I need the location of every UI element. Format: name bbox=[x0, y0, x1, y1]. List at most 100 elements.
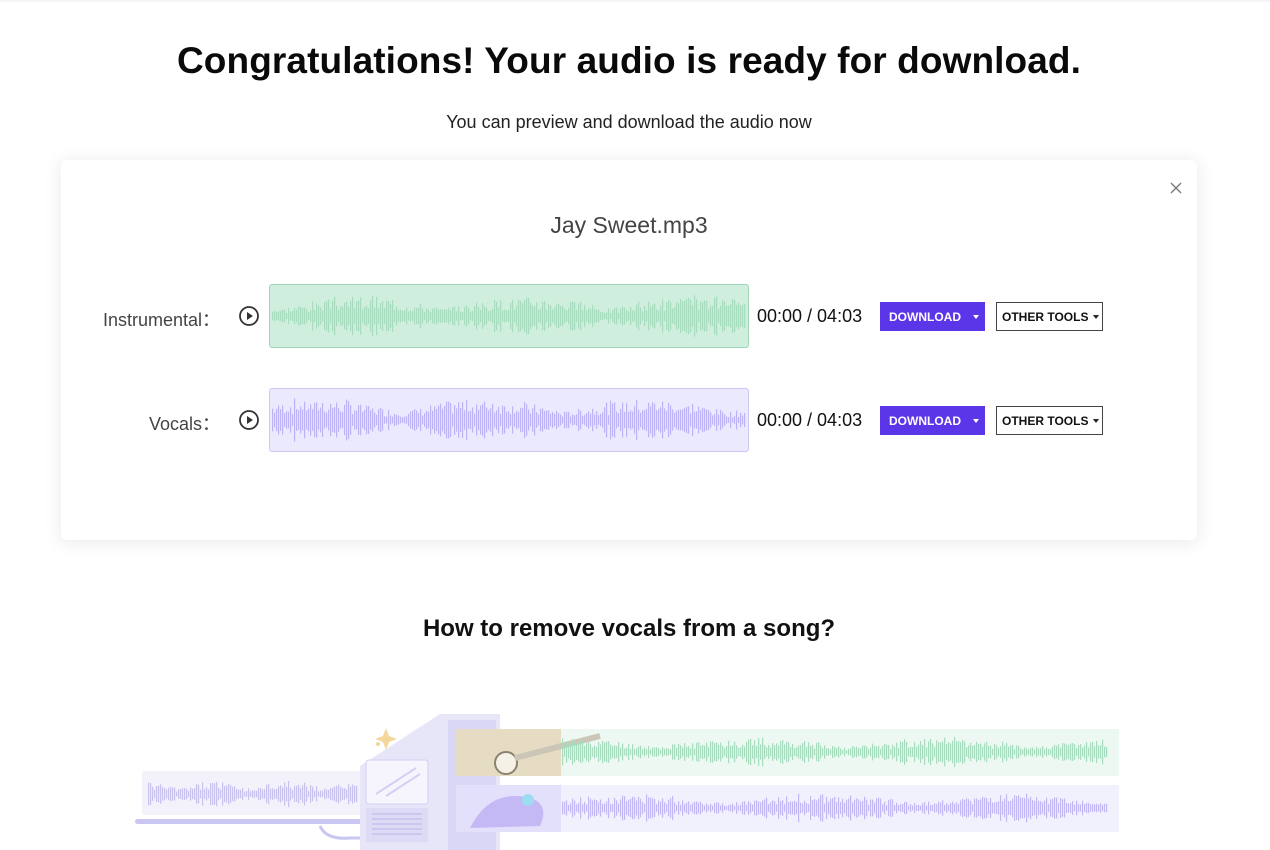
waveform-bar bbox=[290, 311, 292, 321]
waveform-bar bbox=[380, 303, 382, 329]
waveform-bar bbox=[396, 415, 398, 425]
waveform-bar bbox=[722, 803, 724, 813]
waveform-bar bbox=[684, 804, 686, 812]
waveform-bar bbox=[820, 745, 822, 759]
waveform-bar bbox=[564, 801, 566, 815]
waveform-bar bbox=[318, 410, 320, 430]
waveform-bar bbox=[388, 410, 390, 430]
waveform-bar bbox=[918, 744, 920, 760]
waveform-bar bbox=[1106, 746, 1108, 758]
waveform-bar bbox=[352, 297, 354, 335]
waveform-bar bbox=[280, 785, 282, 803]
close-icon[interactable] bbox=[1166, 178, 1186, 198]
waveform-bar bbox=[704, 745, 706, 759]
waveform-bar bbox=[738, 302, 740, 330]
waveform-bar bbox=[378, 409, 380, 431]
waveform-bar bbox=[344, 302, 346, 330]
vocals-waveform[interactable] bbox=[269, 388, 749, 452]
waveform-bar bbox=[712, 415, 714, 425]
waveform-bar bbox=[604, 312, 606, 320]
waveform-bar bbox=[840, 748, 842, 756]
waveform-bar bbox=[562, 801, 564, 815]
waveform-bar bbox=[446, 310, 448, 322]
waveform-bar bbox=[580, 301, 582, 331]
waveform-bar bbox=[500, 300, 502, 332]
caret-down-icon[interactable] bbox=[973, 418, 979, 423]
instrumental-other-tools-button[interactable]: OTHER TOOLS bbox=[996, 302, 1103, 331]
waveform-bar bbox=[494, 412, 496, 428]
waveform-bar bbox=[498, 407, 500, 433]
waveform-bar bbox=[644, 305, 646, 327]
waveform-bar bbox=[418, 413, 420, 427]
waveform-bar bbox=[210, 782, 212, 806]
waveform-bar bbox=[512, 299, 514, 333]
waveform-bar bbox=[278, 311, 280, 321]
waveform-bar bbox=[594, 309, 596, 323]
vocals-other-tools-button[interactable]: OTHER TOOLS bbox=[996, 406, 1103, 435]
waveform-bar bbox=[648, 402, 650, 438]
waveform-bar bbox=[518, 300, 520, 332]
waveform-bar bbox=[714, 803, 716, 813]
waveform-bar bbox=[624, 748, 626, 756]
waveform-bar bbox=[1012, 798, 1014, 818]
waveform-bar bbox=[908, 747, 910, 757]
waveform-bar bbox=[490, 408, 492, 432]
waveform-bar bbox=[1060, 798, 1062, 818]
caret-down-icon[interactable] bbox=[973, 314, 979, 319]
waveform-bar bbox=[988, 745, 990, 759]
waveform-bar bbox=[618, 413, 620, 427]
waveform-bar bbox=[468, 308, 470, 324]
waveform-bar bbox=[694, 411, 696, 429]
waveform-bar bbox=[1026, 748, 1028, 756]
waveform-bar bbox=[1048, 804, 1050, 812]
waveform-bar bbox=[616, 411, 618, 429]
waveform-bar bbox=[256, 790, 258, 798]
waveform-bar bbox=[572, 301, 574, 331]
waveform-bar bbox=[922, 803, 924, 813]
waveform-bar bbox=[754, 800, 756, 816]
waveform-bar bbox=[460, 407, 462, 433]
waveform-bar bbox=[650, 797, 652, 819]
waveform-bar bbox=[312, 409, 314, 431]
waveform-bar bbox=[348, 306, 350, 326]
waveform-bar bbox=[720, 805, 722, 811]
waveform-bar bbox=[1008, 746, 1010, 758]
waveform-bar bbox=[808, 804, 810, 812]
waveform-bar bbox=[396, 306, 398, 326]
waveform-bar bbox=[326, 412, 328, 428]
waveform-bar bbox=[748, 739, 750, 765]
waveform-bar bbox=[442, 408, 444, 432]
waveform-bar bbox=[510, 413, 512, 427]
waveform-bar bbox=[518, 411, 520, 429]
waveform-bar bbox=[1092, 804, 1094, 812]
waveform-bar bbox=[1042, 745, 1044, 759]
waveform-bar bbox=[862, 800, 864, 816]
waveform-bar bbox=[302, 307, 304, 325]
waveform-bar bbox=[900, 804, 902, 812]
waveform-bar bbox=[234, 786, 236, 802]
waveform-bar bbox=[968, 799, 970, 817]
waveform-bar bbox=[204, 789, 206, 799]
instrumental-waveform[interactable] bbox=[269, 284, 749, 348]
waveform-bar bbox=[820, 794, 822, 822]
waveform-bar bbox=[282, 787, 284, 801]
play-icon[interactable] bbox=[238, 305, 260, 327]
waveform-bar bbox=[330, 788, 332, 800]
play-icon[interactable] bbox=[238, 409, 260, 431]
vocals-download-button[interactable]: DOWNLOAD bbox=[880, 406, 985, 435]
waveform-bar bbox=[790, 746, 792, 758]
waveform-bar bbox=[436, 307, 438, 325]
waveform-bar bbox=[856, 746, 858, 758]
waveform-bar bbox=[638, 410, 640, 430]
waveform-bar bbox=[190, 787, 192, 801]
waveform-bar bbox=[876, 746, 878, 758]
waveform-bar bbox=[368, 406, 370, 434]
waveform-bar bbox=[624, 411, 626, 429]
waveform-bar bbox=[1022, 797, 1024, 819]
waveform-bar bbox=[966, 798, 968, 818]
waveform-bar bbox=[330, 403, 332, 437]
waveform-bar bbox=[524, 401, 526, 439]
waveform-bar bbox=[556, 304, 558, 328]
waveform-bar bbox=[370, 300, 372, 332]
instrumental-download-button[interactable]: DOWNLOAD bbox=[880, 302, 985, 331]
